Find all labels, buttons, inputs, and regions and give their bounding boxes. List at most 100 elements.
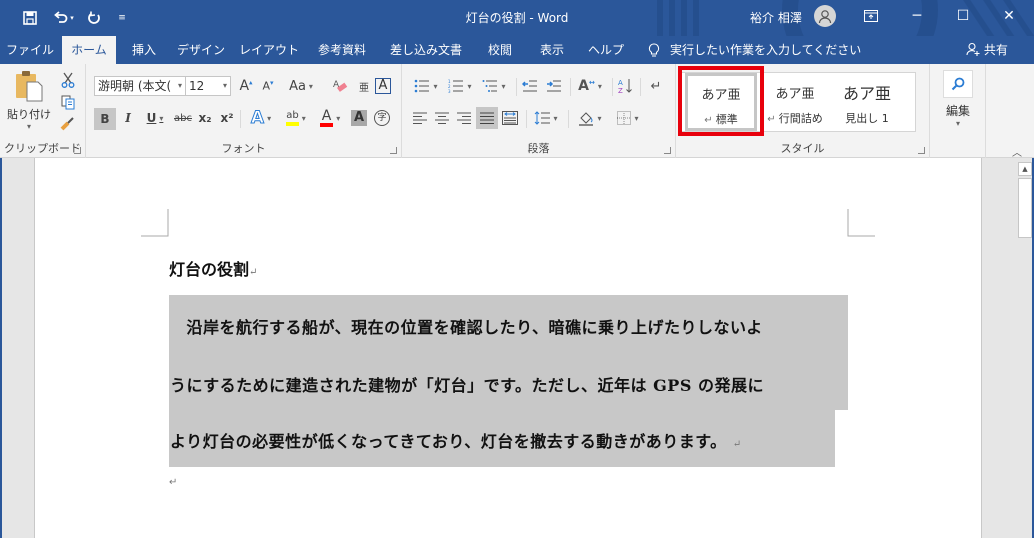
style-no-spacing[interactable]: あア亜 ↵ 行間詰め [759, 73, 831, 131]
tell-me-box[interactable]: 実行したい作業を入力してください [648, 36, 861, 64]
scissors-icon [61, 72, 75, 88]
decrease-indent-icon [522, 80, 537, 92]
separator [526, 110, 527, 128]
align-right-button[interactable] [454, 108, 474, 128]
bold-icon: B [100, 112, 110, 126]
font-name-combo[interactable]: 游明朝 (本文( ▾ [94, 76, 186, 96]
italic-button[interactable]: I [118, 108, 138, 128]
styles-group-label: スタイル [780, 142, 825, 155]
paste-label: 貼り付け [7, 108, 51, 121]
text-effects-icon: A [250, 108, 265, 129]
user-name[interactable]: 裕介 相澤 [750, 9, 802, 26]
styles-dialog-launcher[interactable] [918, 147, 925, 154]
editing-button[interactable]: 編集 ▾ [938, 70, 978, 128]
character-border-button[interactable]: A [374, 76, 392, 96]
shrink-font-button[interactable]: A▾ [258, 76, 278, 96]
paste-button[interactable]: 貼り付け ▾ [6, 70, 52, 136]
phonetic-guide-button[interactable]: 亜 [354, 76, 374, 96]
underline-button[interactable]: U ▾ [140, 108, 170, 128]
document-heading[interactable]: 灯台の役割↵ [169, 256, 257, 280]
numbering-button[interactable]: 1 2 3 ▾ [444, 76, 476, 96]
subscript-button[interactable]: x₂ [196, 108, 214, 128]
close-button[interactable]: ✕ [986, 0, 1032, 32]
share-button[interactable]: 共有 [966, 36, 1008, 64]
tab-layout[interactable]: レイアウト [238, 36, 300, 64]
minimize-button[interactable]: ─ [894, 0, 940, 32]
format-painter-icon [60, 117, 74, 131]
line-spacing-button[interactable]: ▾ [530, 108, 562, 128]
tab-design[interactable]: デザイン [172, 36, 230, 64]
paragraph-line[interactable]: より灯台の必要性が低くなってきており、灯台を撤去する動きがあります。 ↵ [170, 428, 742, 452]
sort-button[interactable]: AZ [616, 76, 636, 96]
borders-button[interactable]: ▾ [612, 108, 644, 128]
align-center-button[interactable] [432, 108, 452, 128]
change-case-button[interactable]: Aa ▾ [284, 76, 318, 96]
collapse-ribbon-button[interactable]: ︿ [1012, 144, 1022, 159]
tab-references[interactable]: 参考資料 [310, 36, 374, 64]
paragraph-dialog-launcher[interactable] [664, 147, 671, 154]
bold-button[interactable]: B [94, 108, 116, 130]
tab-file[interactable]: ファイル [0, 36, 60, 64]
font-size-combo[interactable]: 12 ▾ [185, 76, 231, 96]
ribbon-display-options-button[interactable] [848, 0, 894, 32]
style-preview: あア亜 [775, 87, 815, 102]
strikethrough-button[interactable]: abc [172, 108, 194, 128]
tab-insert[interactable]: 挿入 [122, 36, 166, 64]
tab-home[interactable]: ホーム [62, 36, 116, 64]
clear-formatting-button[interactable]: A [330, 76, 350, 96]
separator [568, 110, 569, 128]
copy-button[interactable] [58, 92, 78, 112]
scroll-thumb[interactable] [1018, 178, 1032, 238]
tab-view[interactable]: 表示 [530, 36, 574, 64]
maximize-button[interactable]: ☐ [940, 0, 986, 32]
chevron-down-icon: ▾ [597, 81, 602, 91]
cut-button[interactable] [58, 70, 78, 90]
tab-help[interactable]: ヘルプ [582, 36, 630, 64]
paragraph-mark-icon: ↵ [732, 439, 742, 450]
svg-text:3: 3 [448, 89, 451, 93]
chevron-down-icon: ▾ [553, 113, 558, 123]
clipboard-group: 貼り付け ▾ クリップボード [0, 64, 86, 158]
style-name: ↵ 行間詰め [759, 110, 831, 126]
svg-text:Z: Z [618, 87, 623, 94]
show-hide-marks-button[interactable]: ↵ [646, 76, 666, 96]
text-effects-button[interactable]: A ▾ [246, 108, 276, 129]
superscript-button[interactable]: x² [218, 108, 236, 128]
multilevel-list-button[interactable]: ▾ [478, 76, 510, 96]
distributed-button[interactable] [500, 108, 520, 128]
enclose-characters-button[interactable]: 字 [372, 108, 392, 128]
highlight-color-button[interactable]: ab ▾ [280, 108, 312, 128]
scroll-up-button[interactable]: ▲ [1018, 162, 1032, 176]
distributed-icon [502, 111, 518, 125]
tab-review[interactable]: 校閲 [478, 36, 522, 64]
multilevel-list-icon [482, 80, 498, 92]
paragraph-line[interactable]: 沿岸を航行する船が、現在の位置を確認したり、暗礁に乗り上げたりしないよ [170, 314, 763, 338]
tab-mailings[interactable]: 差し込み文書 [384, 36, 468, 64]
paragraph-group-label: 段落 [527, 142, 550, 155]
find-button[interactable] [943, 70, 973, 98]
chevron-down-icon: ▾ [336, 113, 341, 123]
chevron-down-icon: ▾ [222, 81, 227, 90]
chevron-down-icon: ▾ [267, 113, 272, 123]
asian-layout-icon: A↔ [578, 78, 595, 94]
style-heading-1[interactable]: あア亜 見出し 1 [831, 73, 903, 131]
shading-button[interactable]: ▾ [574, 108, 606, 128]
avatar[interactable] [814, 5, 836, 27]
font-color-button[interactable]: A ▾ [314, 108, 346, 128]
superscript-icon: x² [220, 111, 234, 125]
font-dialog-launcher[interactable] [390, 147, 397, 154]
clipboard-group-label: クリップボード [4, 142, 81, 155]
ribbon-display-options-icon [864, 10, 878, 22]
increase-indent-button[interactable] [544, 76, 564, 96]
asian-layout-button[interactable]: A↔ ▾ [574, 76, 606, 96]
separator [240, 110, 241, 128]
decrease-indent-button[interactable] [520, 76, 540, 96]
clipboard-dialog-launcher[interactable] [74, 147, 81, 154]
justify-button[interactable] [476, 107, 498, 129]
format-painter-button[interactable] [58, 114, 78, 134]
bullets-button[interactable]: ▾ [410, 76, 442, 96]
grow-font-button[interactable]: A▴ [236, 76, 256, 96]
character-shading-button[interactable]: A [350, 108, 368, 128]
align-left-button[interactable] [410, 108, 430, 128]
paragraph-line[interactable]: うにするために建造された建物が「灯台」です。ただし、近年は GPS の発展に [170, 372, 764, 396]
